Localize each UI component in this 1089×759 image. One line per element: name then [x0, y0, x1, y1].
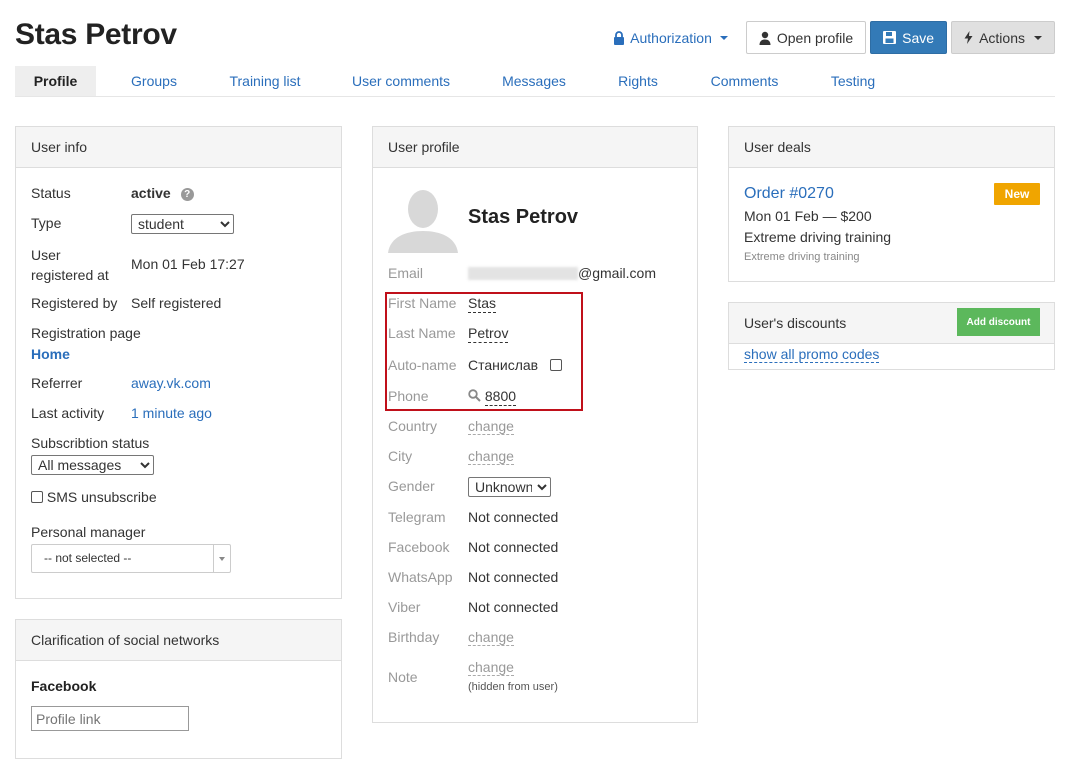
order-product: Extreme driving training — [744, 229, 892, 245]
social-networks-panel: Clarification of social networks Faceboo… — [15, 619, 342, 759]
tab-rights[interactable]: Rights — [584, 66, 692, 96]
chevron-down-icon — [1034, 35, 1042, 40]
type-select[interactable]: student — [131, 214, 234, 234]
save-label: Save — [902, 29, 935, 46]
telegram-status: Not connected — [468, 509, 559, 525]
question-icon[interactable]: ? — [180, 188, 194, 201]
user-discounts-panel: User's discounts Add discount show all p… — [728, 302, 1055, 370]
save-button[interactable]: Save — [870, 21, 948, 54]
note-label: Note — [388, 669, 418, 685]
sms-unsubscribe-row: SMS unsubscribe — [31, 489, 157, 505]
page-title: Stas Petrov — [15, 18, 177, 51]
authorization-dropdown[interactable]: Authorization — [613, 30, 728, 46]
tab-comments[interactable]: Comments — [692, 66, 797, 96]
birthday-label: Birthday — [388, 629, 440, 645]
whatsapp-status: Not connected — [468, 569, 559, 585]
user-icon — [759, 31, 771, 45]
status-badge: New — [994, 183, 1040, 205]
registered-by-value: Self registered — [131, 295, 222, 311]
manager-label: Personal manager — [31, 524, 146, 540]
status-label: Status — [31, 185, 71, 201]
registered-at-value: Mon 01 Feb 17:27 — [131, 256, 245, 272]
panel-title: User profile — [373, 127, 697, 168]
header-actions: Authorization Open profile Save Actions — [613, 21, 1055, 54]
user-deals-panel: User deals Order #0270 Mon 01 Feb — $200… — [728, 126, 1055, 282]
panel-title: Clarification of social networks — [16, 620, 341, 661]
telegram-label: Telegram — [388, 509, 446, 525]
email-domain: @gmail.com — [578, 265, 657, 281]
order-product-sub: Extreme driving training — [744, 251, 860, 263]
email-value: @gmail.com — [468, 265, 656, 281]
lock-icon — [614, 30, 625, 45]
manager-dropdown-toggle[interactable] — [213, 545, 230, 572]
chevron-down-icon — [219, 557, 225, 561]
status-value-group: active? — [131, 185, 194, 201]
whatsapp-label: WhatsApp — [388, 569, 453, 585]
note-hint: (hidden from user) — [468, 681, 558, 693]
registration-page-label: Registration page — [31, 325, 141, 341]
panel-title: User info — [16, 127, 341, 168]
viber-label: Viber — [388, 599, 421, 615]
floppy-disk-icon — [883, 31, 897, 44]
registration-page-link[interactable]: Home — [31, 346, 70, 362]
status-value: active — [131, 185, 171, 201]
actions-label: Actions — [979, 29, 1025, 46]
country-change-link[interactable]: change — [468, 418, 514, 435]
type-label: Type — [31, 215, 62, 231]
facebook-status: Not connected — [468, 539, 559, 555]
chevron-down-icon — [719, 35, 728, 40]
gender-select[interactable]: Unknown — [468, 477, 551, 497]
highlight-box — [385, 292, 583, 411]
facebook-profile-input[interactable] — [31, 706, 189, 731]
last-activity-label: Last activity — [31, 405, 105, 421]
facebook-label: Facebook — [388, 539, 450, 555]
tab-groups[interactable]: Groups — [96, 66, 212, 96]
note-change-link[interactable]: change — [468, 659, 514, 676]
tab-training-list[interactable]: Training list — [212, 66, 318, 96]
gender-label: Gender — [388, 478, 435, 494]
actions-dropdown-button[interactable]: Actions — [951, 21, 1055, 54]
sms-unsubscribe-label: SMS unsubscribe — [46, 489, 157, 505]
bolt-icon — [964, 31, 973, 44]
subscription-label: Subscribtion status — [31, 435, 150, 451]
referrer-link[interactable]: away.vk.com — [131, 375, 211, 391]
user-profile-panel: User profile Stas Petrov Email @gmail.co… — [372, 126, 698, 723]
manager-select[interactable]: -- not selected -- — [31, 544, 231, 573]
email-blurred-username — [468, 267, 578, 280]
avatar — [388, 185, 458, 253]
facebook-label: Facebook — [31, 678, 97, 694]
city-label: City — [388, 448, 413, 464]
subscription-select[interactable]: All messages — [31, 455, 154, 475]
open-profile-button[interactable]: Open profile — [745, 21, 867, 54]
open-profile-label: Open profile — [776, 29, 854, 46]
tab-messages[interactable]: Messages — [484, 66, 584, 96]
tab-profile[interactable]: Profile — [15, 66, 96, 96]
profile-name: Stas Petrov — [468, 206, 579, 228]
profile-tabs: Profile Groups Training list User commen… — [15, 66, 1055, 97]
manager-value: -- not selected -- — [44, 551, 132, 565]
tab-testing[interactable]: Testing — [797, 66, 909, 96]
registered-at-label: User registered at — [31, 247, 109, 283]
referrer-label: Referrer — [31, 375, 83, 391]
email-label: Email — [388, 265, 424, 281]
country-label: Country — [388, 418, 438, 434]
city-change-link[interactable]: change — [468, 448, 514, 465]
user-info-panel: User info Status active? Type student Us… — [15, 126, 342, 599]
viber-status: Not connected — [468, 599, 559, 615]
last-activity-link[interactable]: 1 minute ago — [131, 405, 212, 421]
birthday-change-link[interactable]: change — [468, 629, 514, 646]
registered-by-label: Registered by — [31, 295, 118, 311]
panel-title: User deals — [729, 127, 1054, 168]
tab-user-comments[interactable]: User comments — [318, 66, 484, 96]
authorization-label: Authorization — [630, 29, 712, 46]
show-promo-codes-link[interactable]: show all promo codes — [744, 346, 880, 363]
sms-unsubscribe-checkbox[interactable] — [31, 491, 43, 503]
add-discount-button[interactable]: Add discount — [957, 308, 1040, 336]
order-meta: Mon 01 Feb — $200 — [744, 208, 872, 224]
order-link[interactable]: Order #0270 — [744, 185, 834, 203]
